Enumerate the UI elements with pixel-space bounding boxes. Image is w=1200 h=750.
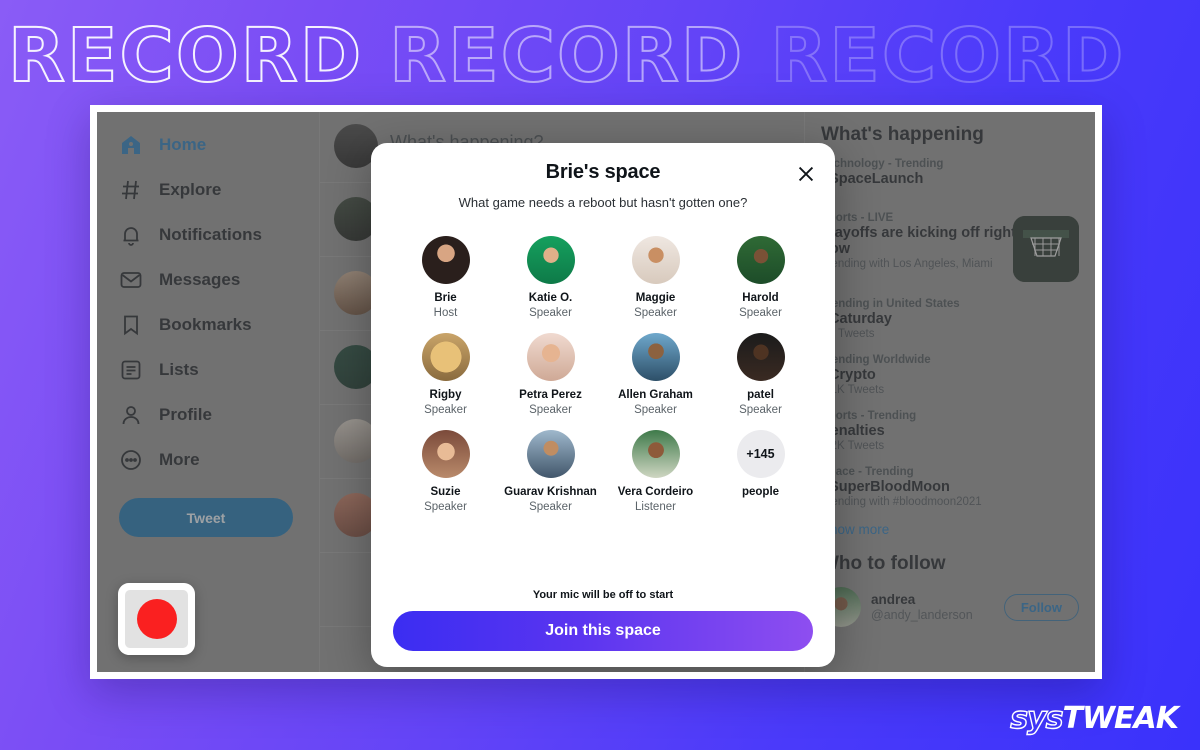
modal-subtitle: What game needs a reboot but hasn't gott…: [458, 195, 748, 210]
avatar: [421, 430, 470, 478]
right-rail: What's happening Technology - Trending #…: [805, 112, 1095, 672]
trend-item[interactable]: Trending in United States #Caturday 9K T…: [821, 298, 1079, 340]
avatar: [631, 236, 680, 284]
bookmark-icon: [124, 315, 138, 335]
sidebar-item-bookmarks[interactable]: Bookmarks: [119, 302, 319, 347]
follow-button[interactable]: Follow: [1003, 593, 1079, 621]
sidebar-item-more[interactable]: More: [119, 437, 319, 482]
participant[interactable]: Maggie Speaker: [603, 236, 708, 319]
participant[interactable]: Rigby Speaker: [393, 333, 498, 416]
whats-happening-title: What's happening: [821, 124, 984, 145]
sidebar-item-label: Messages: [159, 269, 241, 289]
participant[interactable]: Harold Speaker: [708, 236, 813, 319]
banner-word: RECORD: [7, 12, 364, 100]
basketball-hoop-thumbnail: [1013, 216, 1079, 282]
systweak-logo: sys TWEAK: [1009, 700, 1178, 736]
participant[interactable]: Katie O. Speaker: [498, 236, 603, 319]
sidebar-item-label: More: [159, 449, 200, 469]
close-icon[interactable]: [795, 163, 817, 185]
avatar: [631, 430, 680, 478]
sidebar-item-lists[interactable]: Lists: [119, 347, 319, 392]
participant[interactable]: Vera Cordeiro Listener: [603, 430, 708, 513]
sidebar-item-label: Explore: [159, 179, 222, 199]
avatar: [526, 430, 575, 478]
avatar: [526, 333, 575, 381]
banner-headline: RECORD RECORD RECORD: [0, 8, 1200, 104]
sidebar-item-notifications[interactable]: Notifications: [119, 212, 319, 257]
trend-item[interactable]: Sports - LIVE Playoffs are kicking off r…: [821, 212, 1079, 284]
participants-grid: Brie Host Katie O. Speaker Maggie Speaker H…: [393, 236, 813, 589]
avatar: [736, 333, 785, 381]
tweet-button[interactable]: Tweet: [119, 498, 293, 537]
hash-icon: [122, 180, 139, 199]
home-icon: [122, 135, 140, 154]
participant[interactable]: Petra Perez Speaker: [498, 333, 603, 416]
trend-item[interactable]: Trending Worldwide #Crypto 1.1K Tweets: [821, 354, 1079, 396]
trend-item[interactable]: Space - Trending #SuperBloodMoon Trendin…: [821, 466, 1079, 508]
sidebar-item-explore[interactable]: Explore: [119, 167, 319, 212]
show-more-link[interactable]: Show more: [821, 522, 1079, 537]
participant[interactable]: Allen Graham Speaker: [603, 333, 708, 416]
trend-item[interactable]: Sports - Trending Penalties 1.2K Tweets: [821, 410, 1079, 452]
who-to-follow-title: Who to follow: [821, 553, 946, 574]
participants-overflow[interactable]: +145 people: [708, 430, 813, 513]
sidebar-item-label: Profile: [159, 404, 212, 424]
bell-icon: [123, 226, 139, 246]
record-dot-icon: [136, 599, 177, 639]
avatar: [631, 333, 680, 381]
sidebar-item-messages[interactable]: Messages: [119, 257, 319, 302]
follow-suggestion-row[interactable]: andrea @andy_landerson Follow: [821, 587, 1079, 627]
avatar: [421, 236, 470, 284]
banner-word: RECORD: [769, 12, 1126, 100]
join-space-button[interactable]: Join this space: [393, 611, 813, 651]
participant[interactable]: Brie Host: [393, 236, 498, 319]
avatar: [736, 236, 785, 284]
app-window: Home Explore Notifications Messages Book…: [90, 105, 1102, 679]
overflow-label: people: [741, 486, 780, 498]
sidebar-item-profile[interactable]: Profile: [119, 392, 319, 437]
overflow-count: +145: [736, 430, 785, 478]
record-button[interactable]: [118, 583, 195, 655]
modal-title: Brie's space: [545, 161, 661, 183]
person-icon: [122, 405, 140, 424]
mic-note: Your mic will be off to start: [532, 589, 674, 601]
participant[interactable]: patel Speaker: [708, 333, 813, 416]
participant[interactable]: Guarav Krishnan Speaker: [498, 430, 603, 513]
envelope-icon: [120, 271, 142, 288]
sidebar-item-label: Bookmarks: [159, 314, 252, 334]
trend-item[interactable]: Technology - Trending #SpaceLaunch: [821, 158, 1079, 198]
sidebar-item-label: Lists: [159, 359, 199, 379]
avatar: [526, 236, 575, 284]
banner-word: RECORD: [388, 12, 745, 100]
participant[interactable]: Suzie Speaker: [393, 430, 498, 513]
sidebar-item-label: Home: [159, 134, 207, 154]
space-modal: Brie's space What game needs a reboot bu…: [371, 143, 835, 667]
sidebar-item-home[interactable]: Home: [119, 122, 319, 167]
ellipsis-circle-icon: [121, 449, 141, 470]
sidebar-item-label: Notifications: [159, 224, 262, 244]
avatar: [421, 333, 470, 381]
list-icon: [121, 360, 141, 379]
